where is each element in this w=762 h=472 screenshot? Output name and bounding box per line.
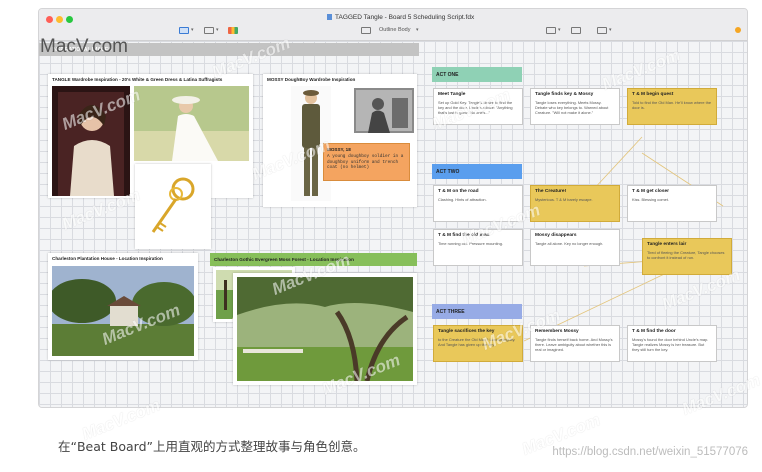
- card-caption: Charleston Plantation House - Location I…: [52, 256, 163, 261]
- beat-title: Remembers Mossy: [535, 329, 579, 334]
- photo-oak-avenue: [237, 277, 413, 381]
- beat-card-remembers-mossy[interactable]: Remembers Mossy Tangle finds herself bac…: [530, 325, 620, 362]
- beat-title: T & M on the road: [438, 189, 479, 194]
- beat-card-find-old-man[interactable]: T & M find the old man Time running out.…: [433, 229, 523, 266]
- card-icon[interactable]: [546, 27, 556, 34]
- chevron-down-icon[interactable]: ▾: [416, 27, 419, 33]
- photo-woman-white-dress: [134, 86, 249, 161]
- zoom-window-button[interactable]: [66, 16, 73, 23]
- image-card-oak-avenue[interactable]: [233, 273, 417, 385]
- status-dot-icon[interactable]: [735, 27, 741, 33]
- beat-title: T & M find the door: [632, 329, 676, 334]
- beat-body: Tired of fleeing the Creature, Tangle ch…: [647, 250, 725, 261]
- photo-soldier-vintage: [354, 88, 414, 133]
- beat-body: Tangle all alone. Key no longer enough.: [535, 241, 604, 246]
- beat-title: Tangle finds key & Mossy: [535, 92, 594, 97]
- beat-title: Mossy disappears: [535, 233, 577, 238]
- beat-title: Tangle sacrifices the key: [438, 329, 495, 334]
- beat-body: Kiss. Blessing comet.: [632, 197, 669, 202]
- photo-plantation-house: [52, 266, 194, 356]
- beat-body: Clashing. Hints of attraction.: [438, 197, 487, 202]
- color-palette-icon[interactable]: [228, 27, 238, 34]
- sidebar-icon[interactable]: [179, 27, 189, 34]
- beat-card-on-the-road[interactable]: T & M on the road Clashing. Hints of att…: [433, 185, 523, 222]
- app-window: TAGGED Tangle - Board 5 Scheduling Scrip…: [38, 8, 748, 408]
- beat-title: T & M get closer: [632, 189, 670, 194]
- beat-body: to the Creature the Old Man? Lost ambigu…: [438, 337, 516, 348]
- beat-card-meet-tangle[interactable]: Meet Tangle Set up Gold Key. Tangle's de…: [433, 88, 523, 125]
- card-caption: TANGLE Wardrobe Inspiration - 20's White…: [52, 77, 223, 82]
- figure-caption: 在“Beat Board”上用直观的方式整理故事与角色创意。: [58, 439, 366, 454]
- close-window-button[interactable]: [46, 16, 53, 23]
- table-icon[interactable]: [597, 27, 607, 34]
- forest-group-header: Charleston Gothic Evergreen Moss Forest …: [210, 253, 417, 266]
- beat-body: Tangle loses everything. Meets Mossy. De…: [535, 100, 609, 116]
- beat-body: Time running out. Pressure mounting.: [438, 241, 503, 246]
- chevron-down-icon[interactable]: ▾: [216, 27, 219, 33]
- beat-card-sacrifices-key[interactable]: Tangle sacrifices the key to the Creatur…: [433, 325, 523, 362]
- minimize-window-button[interactable]: [56, 16, 63, 23]
- beat-title: T & M find the old man: [438, 233, 490, 238]
- layout-icon[interactable]: [204, 27, 214, 34]
- beat-card-the-creature[interactable]: The Creature! Mysterious. T & M barely e…: [530, 185, 620, 222]
- beat-body: Mossy's found the door behind Uncle's ma…: [632, 337, 709, 353]
- beat-card-begin-quest[interactable]: T & M begin quest Told to find the Old M…: [627, 88, 717, 125]
- beat-title: Tangle enters lair: [647, 242, 687, 247]
- act-two-header[interactable]: ACT TWO: [432, 164, 522, 179]
- document-icon: [327, 14, 332, 21]
- beat-body: Told to find the Old Man. He'll know whe…: [632, 100, 712, 111]
- beat-body: Set up Gold Key. Tangle's desire to find…: [438, 100, 513, 116]
- chevron-down-icon[interactable]: ▾: [558, 27, 561, 33]
- chevron-down-icon[interactable]: ▾: [191, 27, 194, 33]
- beat-card-mossy-disappears[interactable]: Mossy disappears Tangle all alone. Key n…: [530, 229, 620, 266]
- beat-title: The Creature!: [535, 189, 567, 194]
- beat-title: T & M begin quest: [632, 92, 674, 97]
- panel-icon[interactable]: [361, 27, 371, 34]
- photo-gold-key: [151, 177, 195, 233]
- image-card-plantation-house[interactable]: Charleston Plantation House - Location I…: [48, 253, 198, 360]
- note-title: MOSSY, 18: [327, 147, 351, 152]
- beat-body: Tangle finds herself back home. And Moss…: [535, 337, 613, 353]
- beat-card-enters-lair[interactable]: Tangle enters lair Tired of fleeing the …: [642, 238, 732, 275]
- title-bar: TAGGED Tangle - Board 5 Scheduling Scrip…: [39, 9, 747, 41]
- watermark-brand: MacV.com: [40, 36, 128, 57]
- beat-body: Mysterious. T & M barely escape.: [535, 197, 593, 202]
- photo-woman-portrait: [52, 86, 130, 196]
- grid-icon[interactable]: [571, 27, 581, 34]
- act-three-header[interactable]: ACT THREE: [432, 304, 522, 319]
- beat-board-canvas[interactable]: INSPIRATIONAL IMAGES TANGLE Wardrobe Ins…: [39, 41, 747, 407]
- watermark-url: https://blog.csdn.net/weixin_51577076: [552, 446, 748, 458]
- card-caption: MOSSY DoughBoy Wardrobe Inspiration: [267, 77, 356, 82]
- beat-card-finds-key[interactable]: Tangle finds key & Mossy Tangle loses ev…: [530, 88, 620, 125]
- act-one-header[interactable]: ACT ONE: [432, 67, 522, 82]
- style-select[interactable]: Outline Body: [379, 27, 411, 33]
- image-card-gold-key[interactable]: [135, 164, 211, 249]
- character-note-mossy[interactable]: MOSSY, 18 A young doughboy soldier in a …: [323, 143, 410, 181]
- chevron-down-icon[interactable]: ▾: [609, 27, 612, 33]
- beat-card-get-closer[interactable]: T & M get closer Kiss. Blessing comet.: [627, 185, 717, 222]
- beat-title: Meet Tangle: [438, 92, 466, 97]
- note-body: A young doughboy soldier in a doughboy u…: [327, 154, 404, 170]
- image-card-mossy-wardrobe[interactable]: MOSSY DoughBoy Wardrobe Inspiration: [263, 74, 417, 207]
- beat-card-find-the-door[interactable]: T & M find the door Mossy's found the do…: [627, 325, 717, 362]
- window-title: TAGGED Tangle - Board 5 Scheduling Scrip…: [327, 14, 474, 21]
